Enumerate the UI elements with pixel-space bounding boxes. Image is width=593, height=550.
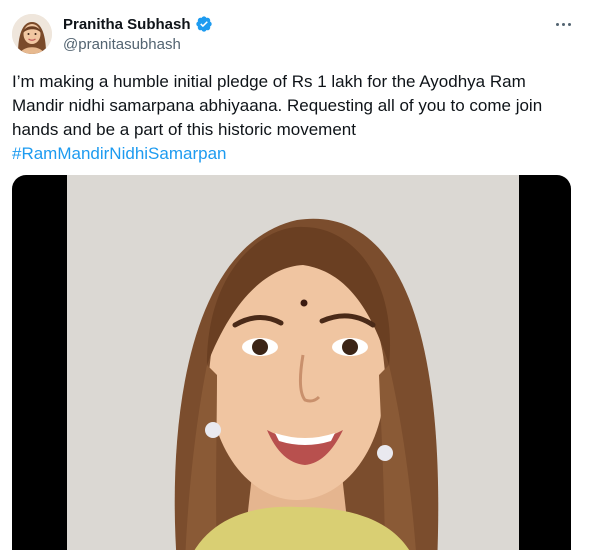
tweet-text: I’m making a humble initial pledge of Rs…: [12, 70, 580, 166]
video-thumbnail-image: [67, 175, 519, 550]
more-dots-icon: [567, 22, 571, 26]
tweet-card: Pranitha Subhash @pranitasubhash I’m mak…: [0, 0, 593, 550]
tweet-body: I’m making a humble initial pledge of Rs…: [12, 72, 543, 139]
avatar-icon: [12, 14, 52, 54]
avatar[interactable]: [12, 14, 52, 54]
hashtag-link[interactable]: #RamMandirNidhiSamarpan: [12, 144, 226, 163]
more-options-button[interactable]: [551, 14, 575, 34]
verified-badge-icon: [195, 16, 212, 32]
more-dots-icon: [561, 22, 565, 26]
more-dots-icon: [555, 22, 559, 26]
author-name-row: Pranitha Subhash: [63, 13, 213, 35]
author-handle[interactable]: @pranitasubhash: [63, 36, 181, 53]
author-display-name[interactable]: Pranitha Subhash: [63, 16, 191, 33]
video-player[interactable]: [12, 175, 571, 550]
video-frame: [67, 175, 519, 550]
